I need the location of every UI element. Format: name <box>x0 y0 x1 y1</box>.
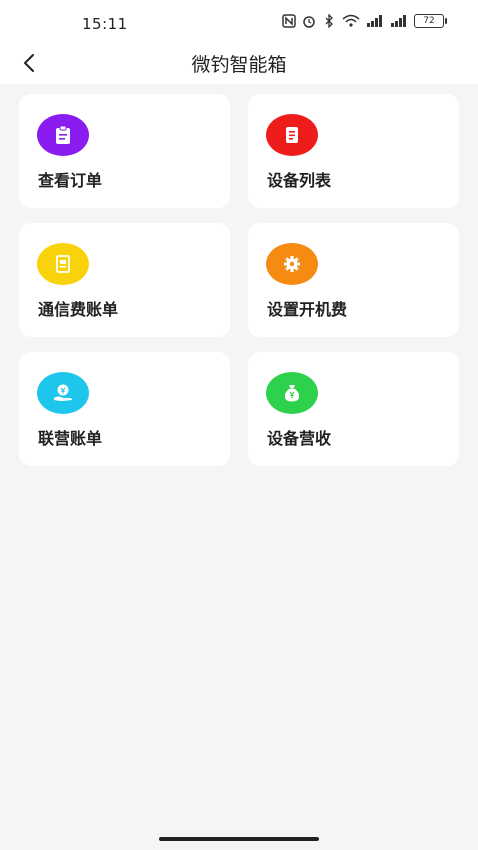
bill-icon <box>37 243 89 285</box>
battery-indicator: 72 <box>414 14 447 28</box>
money-bag-icon <box>266 372 318 414</box>
clipboard-icon <box>37 114 89 156</box>
wifi-icon <box>342 14 360 27</box>
coin-hand-icon <box>37 372 89 414</box>
home-indicator[interactable] <box>159 837 319 841</box>
bluetooth-icon <box>325 14 333 28</box>
signal-icon-2 <box>391 15 406 27</box>
status-time: 15:11 <box>82 15 128 33</box>
page-title: 微钓智能箱 <box>191 54 287 76</box>
gear-icon <box>266 243 318 285</box>
menu-item-label: 设备营收 <box>267 429 332 448</box>
signal-icon <box>367 15 382 27</box>
nfc-icon <box>282 14 296 28</box>
menu-item-device-list[interactable]: 设备列表 <box>248 94 459 208</box>
document-icon <box>266 114 318 156</box>
menu-item-telecom-bill[interactable]: 通信费账单 <box>19 223 230 337</box>
alarm-icon <box>303 16 315 28</box>
menu-item-label: 设置开机费 <box>267 300 348 319</box>
menu-grid: 查看订单 设备列表 通信费账单 设置开机费 联营账单 设备营收 <box>19 94 459 466</box>
status-bar: 15:11 72 <box>0 0 478 46</box>
menu-item-device-revenue[interactable]: 设备营收 <box>248 352 459 466</box>
menu-item-joint-bill[interactable]: 联营账单 <box>19 352 230 466</box>
menu-item-label: 联营账单 <box>38 429 103 448</box>
menu-item-set-startup-fee[interactable]: 设置开机费 <box>248 223 459 337</box>
menu-item-view-orders[interactable]: 查看订单 <box>19 94 230 208</box>
nav-bar: 微钓智能箱 <box>0 46 478 84</box>
menu-item-label: 通信费账单 <box>38 300 119 319</box>
status-icons: 72 <box>282 14 447 28</box>
menu-item-label: 设备列表 <box>267 171 332 190</box>
menu-item-label: 查看订单 <box>38 171 103 190</box>
